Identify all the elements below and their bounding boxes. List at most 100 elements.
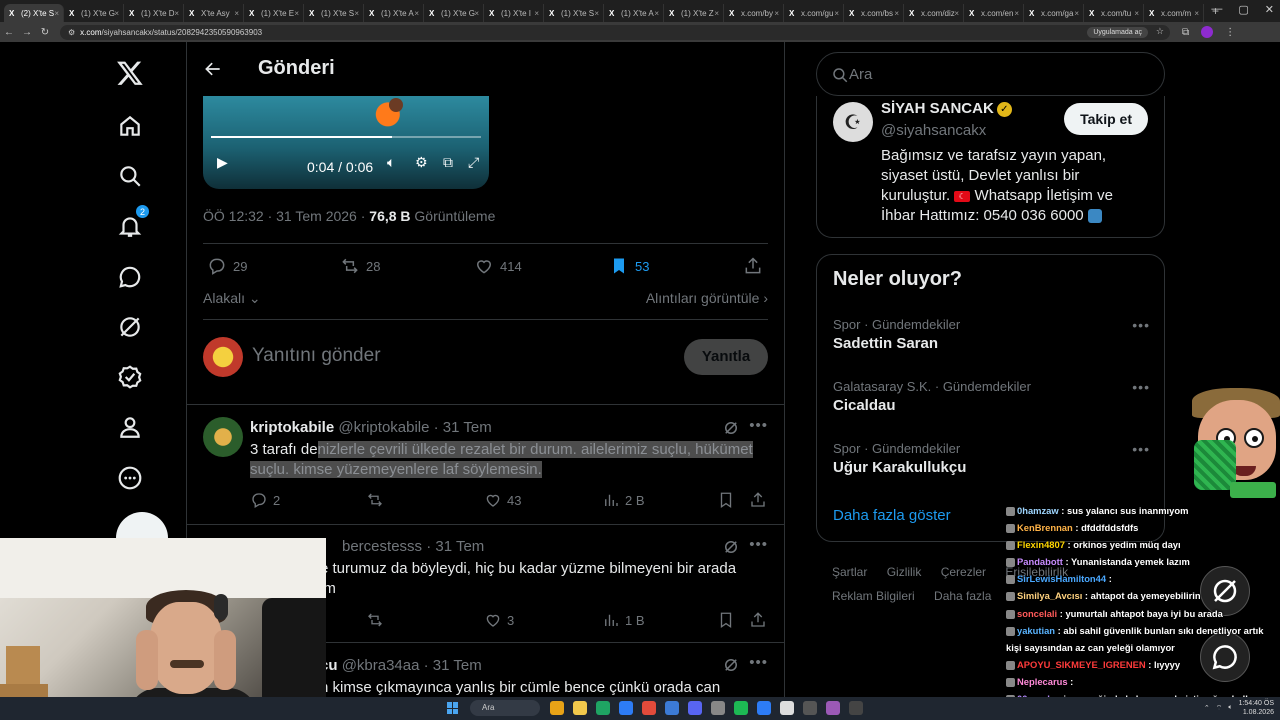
browser-tab[interactable]: Xx.com/en × xyxy=(964,4,1024,22)
browser-tab[interactable]: X (1) X'te I × xyxy=(484,4,544,22)
profile-avatar-icon[interactable] xyxy=(1201,26,1214,38)
chat-username[interactable]: Similya_Avcısı xyxy=(1017,590,1082,601)
browser-tab[interactable]: X (1) X'te A × xyxy=(364,4,424,22)
reply-author-handle[interactable]: @kriptokabile · 31 Tem xyxy=(338,419,491,436)
close-tab-icon[interactable]: × xyxy=(114,9,119,18)
messages-icon[interactable] xyxy=(115,262,145,292)
video-settings-icon[interactable]: ⚙ xyxy=(415,154,428,171)
more-icon[interactable]: ••• xyxy=(1132,317,1150,333)
share-button[interactable] xyxy=(743,256,763,276)
browser-tab[interactable]: X (1) X'te G × xyxy=(64,4,124,22)
more-options-icon[interactable] xyxy=(115,463,145,493)
app-icon[interactable] xyxy=(826,701,840,715)
repost-button[interactable]: 28 xyxy=(340,256,380,276)
footer-link[interactable]: Şartlar xyxy=(832,565,867,579)
app-icon[interactable] xyxy=(780,701,794,715)
close-tab-icon[interactable]: × xyxy=(294,9,299,18)
footer-link[interactable]: Çerezler xyxy=(941,565,986,579)
close-tab-icon[interactable]: × xyxy=(894,9,899,18)
reply-submit-button[interactable]: Yanıtla xyxy=(684,339,768,375)
related-dropdown[interactable]: Alakalı ⌄ xyxy=(203,290,261,307)
browser-tab[interactable]: X (1) X'te D × xyxy=(124,4,184,22)
chat-username[interactable]: KenBrennan xyxy=(1017,522,1073,533)
home-icon[interactable] xyxy=(115,111,145,141)
close-tab-icon[interactable]: × xyxy=(474,9,479,18)
video-player[interactable]: ▶ 0:04 / 0:06 🔈︎ ⚙ ⧉ ⤢ xyxy=(203,96,489,189)
browser-tab[interactable]: Xx.com/diz × xyxy=(904,4,964,22)
close-tab-icon[interactable]: × xyxy=(1194,9,1199,18)
app-icon[interactable] xyxy=(550,701,564,715)
volume-icon[interactable]: 🔈︎ xyxy=(1228,704,1232,712)
views-button[interactable]: 2 B xyxy=(602,491,645,509)
browser-tab[interactable]: Xx.com/by × xyxy=(724,4,784,22)
x-logo-icon[interactable] xyxy=(115,58,145,88)
browser-tab[interactable]: X (1) X'te A × xyxy=(604,4,664,22)
picture-in-picture-icon[interactable]: ⧉ xyxy=(443,154,453,171)
browser-tab[interactable]: Xx.com/gu × xyxy=(784,4,844,22)
reply-author-name[interactable]: kriptokabile xyxy=(250,419,334,436)
close-tab-icon[interactable]: × xyxy=(654,9,659,18)
open-in-app-button[interactable]: Uygulamada aç xyxy=(1087,26,1148,38)
avatar[interactable]: ☪︎ xyxy=(833,102,873,142)
forward-nav-icon[interactable]: → xyxy=(18,27,36,38)
reply-author-handle[interactable]: bercestesss · 31 Tem xyxy=(342,538,484,555)
discord-icon[interactable] xyxy=(688,701,702,715)
grok-icon[interactable] xyxy=(115,312,145,342)
notifications-bell-icon[interactable]: 2 xyxy=(115,204,150,241)
show-more-link[interactable]: Daha fazla göster xyxy=(833,507,951,524)
close-tab-icon[interactable]: × xyxy=(774,9,779,18)
close-tab-icon[interactable]: × xyxy=(234,9,239,18)
like-button[interactable]: 3 xyxy=(484,611,514,629)
reply-button[interactable]: 29 xyxy=(207,256,247,276)
browser-tab[interactable]: X (1) X'te S × xyxy=(304,4,364,22)
reply-item[interactable]: kriptokabile @kriptokabile · 31 Tem ••• … xyxy=(187,405,784,518)
chrome-icon[interactable] xyxy=(596,701,610,715)
close-tab-icon[interactable]: × xyxy=(534,9,539,18)
repost-button[interactable] xyxy=(366,491,384,509)
browser-tab[interactable]: X (1) X'te E × xyxy=(244,4,304,22)
repost-button[interactable] xyxy=(366,611,384,629)
file-explorer-icon[interactable] xyxy=(573,701,587,715)
app-icon[interactable] xyxy=(665,701,679,715)
minimize-icon[interactable]: — xyxy=(1211,3,1222,16)
close-tab-icon[interactable]: × xyxy=(714,9,719,18)
more-icon[interactable]: ••• xyxy=(749,417,768,434)
tray-chevron-icon[interactable]: ⌃ xyxy=(1204,704,1210,712)
app-icon[interactable] xyxy=(642,701,656,715)
site-info-icon[interactable]: ⚙ xyxy=(68,28,75,37)
volume-icon[interactable]: 🔈︎ xyxy=(387,154,395,171)
close-tab-icon[interactable]: × xyxy=(174,9,179,18)
close-tab-icon[interactable]: × xyxy=(594,9,599,18)
profile-icon[interactable] xyxy=(115,412,145,442)
search-icon[interactable] xyxy=(115,161,145,191)
play-icon[interactable]: ▶ xyxy=(217,154,228,171)
views-button[interactable]: 1 B xyxy=(602,611,645,629)
close-tab-icon[interactable]: × xyxy=(954,9,959,18)
avatar[interactable] xyxy=(203,337,243,377)
close-window-icon[interactable]: ✕ xyxy=(1265,3,1274,16)
reply-author-handle[interactable]: @kbra34aa · 31 Tem xyxy=(342,657,482,674)
bookmark-button[interactable] xyxy=(717,611,735,629)
follow-button[interactable]: Takip et xyxy=(1064,103,1148,135)
browser-tab[interactable]: X (1) X'te G × xyxy=(424,4,484,22)
bookmark-button[interactable] xyxy=(717,491,735,509)
avatar[interactable] xyxy=(203,417,243,457)
verified-orgs-icon[interactable] xyxy=(115,362,145,392)
footer-link[interactable]: Reklam Bilgileri xyxy=(832,589,915,603)
windows-start-icon[interactable] xyxy=(447,702,459,714)
browser-tab[interactable]: Xx.com/m × xyxy=(1144,4,1204,22)
back-nav-icon[interactable]: ← xyxy=(0,27,18,38)
maximize-icon[interactable]: ▢ xyxy=(1238,3,1248,16)
grok-icon[interactable] xyxy=(722,656,740,674)
like-button[interactable]: 414 xyxy=(474,256,522,276)
spotify-icon[interactable] xyxy=(734,701,748,715)
bookmark-star-icon[interactable]: ☆ xyxy=(1156,26,1164,37)
chat-username[interactable]: yakutian xyxy=(1017,625,1055,636)
trend-item[interactable]: Galatasaray S.K. · Gündemdekiler Cicalda… xyxy=(833,379,1150,414)
url-bar[interactable]: ⚙ x.com/siyahsancakx/status/208294235059… xyxy=(60,24,1170,40)
reply-button[interactable]: 2 xyxy=(250,491,280,509)
footer-link[interactable]: Gizlilik xyxy=(887,565,922,579)
taskbar-search[interactable]: Ara xyxy=(470,700,540,716)
close-tab-icon[interactable]: × xyxy=(354,9,359,18)
extensions-icon[interactable]: ⧉ xyxy=(1182,27,1189,38)
